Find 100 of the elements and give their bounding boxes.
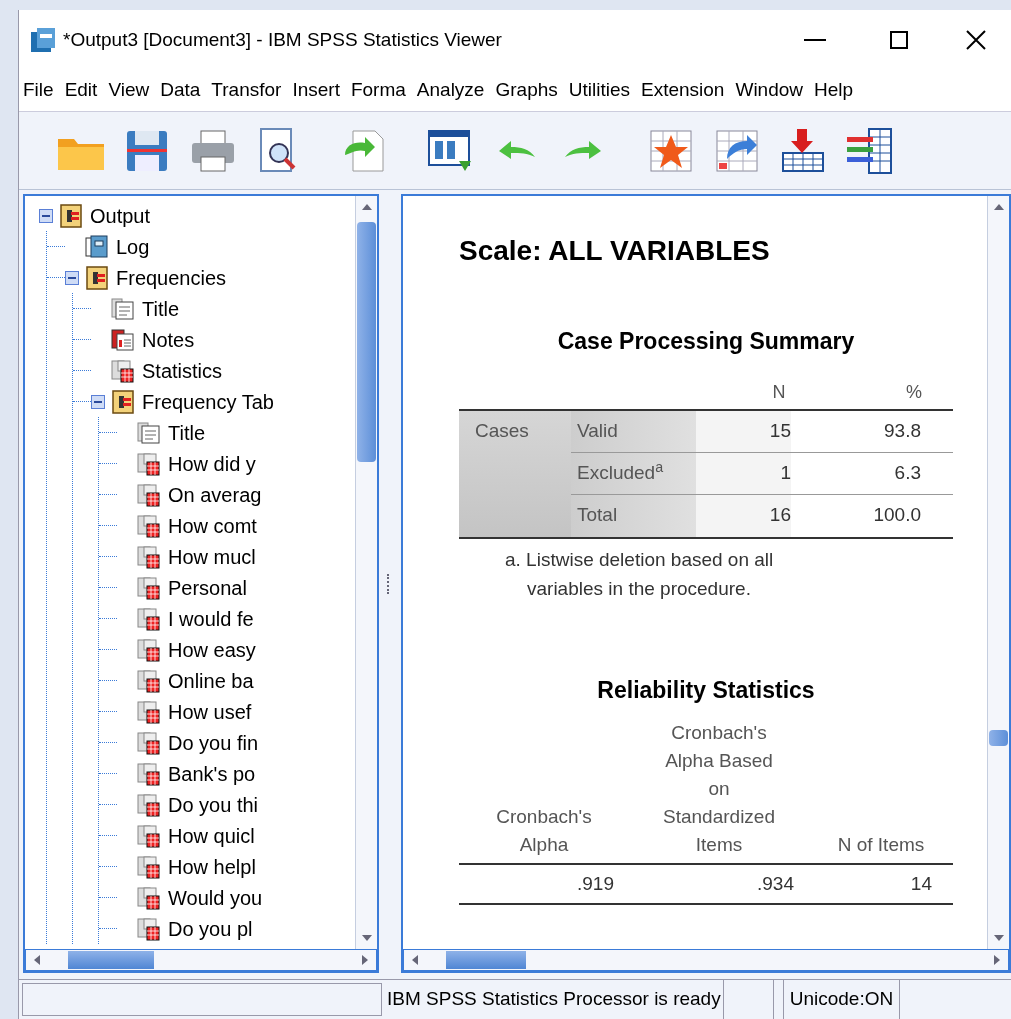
row-label: Valid — [577, 418, 618, 443]
scrollbar-thumb[interactable] — [989, 730, 1008, 746]
row-group-label: Cases — [475, 419, 529, 441]
tree-item[interactable]: How did y — [168, 448, 256, 479]
tree-item[interactable]: Frequencies — [116, 262, 227, 293]
close-icon[interactable] — [966, 30, 986, 50]
down-arrow-icon[interactable] — [361, 935, 372, 941]
book-icon — [84, 265, 110, 290]
table-icon — [136, 916, 162, 941]
tree-item[interactable]: Do you pl — [168, 913, 253, 944]
table-icon — [136, 482, 162, 507]
vertical-scrollbar[interactable] — [355, 196, 377, 949]
column-header: Cronbach's Alpha — [495, 805, 593, 857]
table-icon — [136, 668, 162, 693]
table-cell-text: .934 — [757, 871, 794, 896]
tree-item[interactable]: How comt — [168, 510, 257, 541]
table-cell-text: 100.0 — [873, 503, 921, 528]
menu-item[interactable]: Transfor — [211, 76, 282, 105]
notes-icon — [110, 327, 136, 352]
right-arrow-icon[interactable] — [994, 955, 1000, 965]
menu-item[interactable]: Edit — [64, 76, 98, 105]
menu-item[interactable]: Help — [814, 76, 854, 105]
collapse-button[interactable] — [39, 208, 53, 223]
tree-item[interactable]: Would you — [168, 882, 263, 913]
column-header: N — [771, 381, 787, 404]
table-title: Case Processing Summary — [556, 327, 856, 356]
table-icon — [136, 761, 162, 786]
tree-item[interactable]: Title — [142, 293, 180, 324]
tree-item[interactable]: On averag — [168, 479, 262, 510]
row-label: Total — [577, 503, 618, 528]
splitter-handle[interactable] — [387, 573, 390, 594]
tree-item[interactable]: I would fe — [168, 603, 254, 634]
tree-item[interactable]: Do you fin — [168, 727, 259, 758]
left-arrow-icon[interactable] — [34, 955, 40, 965]
menu-item[interactable]: Insert — [292, 76, 340, 105]
table-cell-text: 14 — [910, 871, 932, 896]
tree-item[interactable]: Personal — [168, 572, 247, 603]
menu-item[interactable]: View — [108, 76, 150, 105]
scrollbar-thumb[interactable] — [68, 951, 154, 969]
column-header: N of Items — [836, 833, 926, 857]
menu-item[interactable]: Data — [160, 76, 201, 105]
table-cell-text: 93.8 — [884, 418, 921, 443]
down-arrow-icon[interactable] — [993, 935, 1004, 941]
tree-item[interactable]: How quicl — [168, 820, 255, 851]
tree-item[interactable]: How usef — [168, 696, 252, 727]
tree-item[interactable]: Title — [168, 417, 206, 448]
tree-item[interactable]: Online ba — [168, 665, 254, 696]
menu-item[interactable]: Analyze — [416, 76, 485, 105]
horizontal-scrollbar[interactable] — [403, 949, 1009, 971]
up-arrow-icon[interactable] — [361, 204, 372, 210]
book-icon — [110, 389, 136, 414]
collapse-button[interactable] — [65, 270, 79, 285]
table-icon — [136, 637, 162, 662]
table-icon — [136, 606, 162, 631]
tree-item[interactable]: Frequency Tab — [142, 386, 274, 417]
row-label: Excluded$^{a}$ — [577, 458, 664, 485]
scrollbar-thumb[interactable] — [446, 951, 526, 969]
tree-item[interactable]: Statistics — [142, 355, 223, 386]
table-icon — [136, 823, 162, 848]
tree-item[interactable]: How easy — [168, 634, 256, 665]
app-icon — [29, 26, 57, 54]
table-icon — [136, 575, 162, 600]
tree-item[interactable]: Output — [90, 200, 151, 231]
status-message: IBM SPSS Statistics Processor is ready — [385, 980, 724, 1019]
table-cell-text: 15 — [769, 418, 791, 443]
table-icon — [110, 358, 136, 383]
menu-item[interactable]: Utilities — [568, 76, 630, 105]
menu-item[interactable]: File — [23, 76, 54, 105]
table-icon — [136, 451, 162, 476]
notebook-icon — [84, 234, 110, 259]
table-icon — [136, 854, 162, 879]
encoding-status: Unicode:ON — [783, 980, 901, 1019]
table-icon — [136, 699, 162, 724]
horizontal-scrollbar[interactable] — [25, 949, 377, 971]
tree-item[interactable]: How helpl — [168, 851, 256, 882]
table-cell-text: .919 — [577, 871, 614, 896]
tree-item[interactable]: Notes — [142, 324, 195, 355]
tree-item[interactable]: Bank's po — [168, 758, 256, 789]
window-title: *Output3 [Document3] - IBM SPSS Statistics Viewer — [63, 27, 502, 52]
table-title: Reliability Statistics — [596, 675, 816, 705]
right-arrow-icon[interactable] — [362, 955, 368, 965]
column-header: % — [905, 381, 923, 404]
table-icon — [136, 513, 162, 538]
scrollbar-thumb[interactable] — [357, 222, 376, 462]
table-cell-text: 1 — [780, 460, 791, 485]
up-arrow-icon[interactable] — [993, 204, 1004, 210]
menu-item[interactable]: Window — [735, 76, 804, 105]
table-icon — [136, 544, 162, 569]
table-icon — [136, 885, 162, 910]
vertical-scrollbar[interactable] — [987, 196, 1009, 949]
book-icon — [58, 203, 84, 228]
menu-item[interactable]: Graphs — [495, 76, 558, 105]
menu-item[interactable]: Forma — [350, 76, 406, 105]
left-arrow-icon[interactable] — [412, 955, 418, 965]
collapse-button[interactable] — [91, 394, 105, 409]
tree-item[interactable]: How mucl — [168, 541, 256, 572]
tree-item[interactable]: Log — [116, 231, 150, 262]
tree-item[interactable]: Do you thi — [168, 789, 259, 820]
menu-item[interactable]: Extension — [641, 76, 725, 105]
output-heading: Scale: ALL VARIABLES — [459, 234, 771, 268]
